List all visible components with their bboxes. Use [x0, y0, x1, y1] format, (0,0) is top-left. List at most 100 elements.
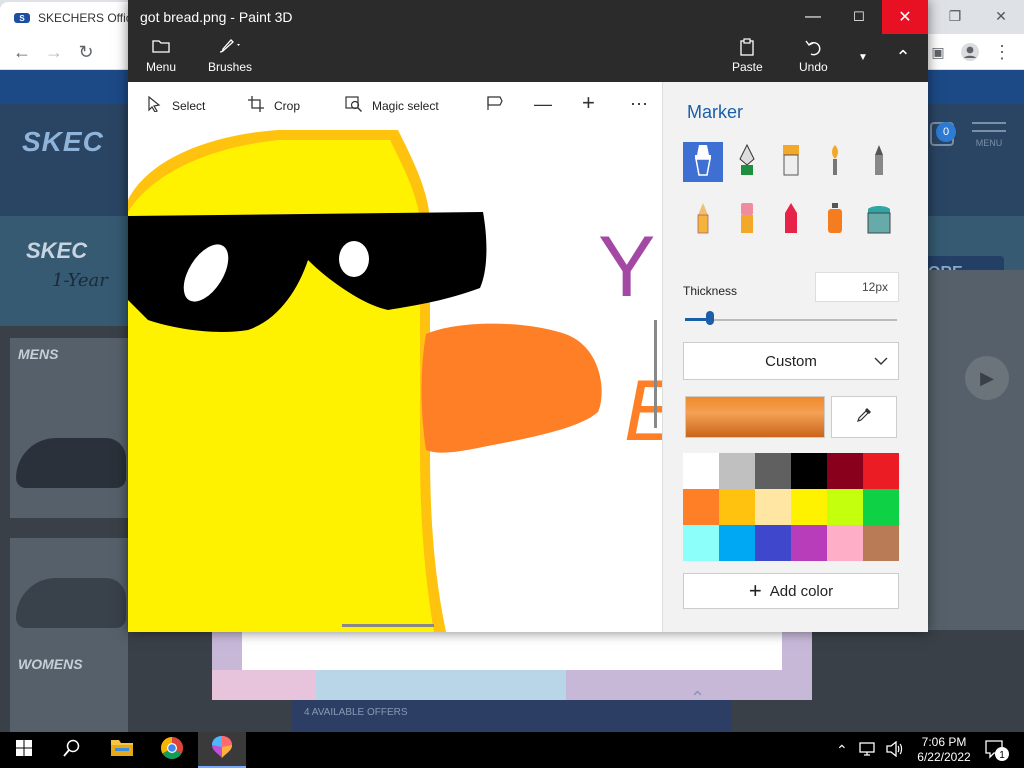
vertical-scrollbar[interactable] [654, 320, 657, 428]
brushes-button[interactable]: Brushes [208, 38, 252, 74]
thickness-input[interactable]: 12px [815, 272, 899, 302]
current-color-swatch[interactable] [685, 396, 825, 438]
thickness-slider-track[interactable] [685, 319, 897, 321]
thickness-slider-thumb[interactable] [706, 311, 715, 325]
search-button[interactable] [48, 732, 96, 768]
network-icon[interactable] [858, 741, 876, 760]
start-button[interactable] [0, 732, 48, 768]
minimize-button[interactable]: — [790, 0, 836, 34]
womens-card[interactable]: WOMENS [10, 538, 128, 732]
color-swatch[interactable] [719, 489, 755, 525]
color-swatch[interactable] [827, 453, 863, 489]
eraser-brush-button[interactable] [727, 200, 767, 240]
sticker-flag-icon[interactable] [486, 94, 504, 117]
pencil-brush-button[interactable] [683, 200, 723, 240]
color-swatch[interactable] [683, 453, 719, 489]
more-options-icon[interactable]: ⋯ [630, 94, 648, 115]
marker-icon [690, 143, 716, 182]
browser-restore-icon[interactable]: ❐ [932, 0, 978, 32]
hamburger-menu-button[interactable]: MENU [972, 122, 1006, 148]
zoom-out-icon[interactable]: — [534, 94, 552, 115]
paint3d-window: got bread.png - Paint 3D — ☐ ✕ Menu Brus… [128, 0, 928, 632]
color-swatch[interactable] [683, 489, 719, 525]
side-promo-image [928, 270, 1024, 630]
kebab-menu-icon[interactable]: ⋮ [990, 40, 1014, 64]
add-color-button[interactable]: + Add color [683, 573, 899, 609]
spray-can-brush-button[interactable] [815, 200, 855, 240]
taskbar-clock[interactable]: 7:06 PM 6/22/2022 [914, 735, 974, 765]
paint3d-taskbar-button[interactable] [198, 732, 246, 768]
clock-time: 7:06 PM [921, 735, 967, 749]
color-swatch[interactable] [755, 525, 791, 561]
reload-icon[interactable]: ↻ [74, 40, 98, 64]
browser-close-icon[interactable]: ✕ [978, 0, 1024, 32]
sidebar-icon[interactable]: ▣ [926, 40, 950, 64]
chrome-button[interactable] [148, 732, 196, 768]
thickness-label: Thickness [683, 284, 738, 298]
collapse-toolbar-icon[interactable]: ⌃ [880, 38, 926, 76]
drawing-canvas[interactable]: Y E [128, 130, 662, 632]
crayon-brush-button[interactable] [771, 200, 811, 240]
back-arrow-icon[interactable]: ← [10, 40, 34, 64]
color-swatch[interactable] [755, 453, 791, 489]
color-swatch[interactable] [791, 525, 827, 561]
color-swatch[interactable] [827, 525, 863, 561]
history-dropdown-icon[interactable]: ▼ [848, 38, 878, 76]
magic-select-tool[interactable]: Magic select [344, 96, 439, 116]
horizontal-scrollbar[interactable] [342, 624, 434, 627]
color-swatch[interactable] [863, 489, 899, 525]
volume-icon[interactable] [886, 740, 904, 760]
eraser-icon [735, 201, 759, 240]
browser-tab[interactable]: S SKECHERS Offic [0, 2, 135, 34]
shoe-image [16, 578, 126, 628]
color-swatch[interactable] [863, 453, 899, 489]
paste-label: Paste [732, 60, 763, 74]
banner-subtitle: 1-Year [52, 270, 108, 291]
fill-brush-button[interactable] [859, 200, 899, 240]
offers-bar[interactable]: 4 AVAILABLE OFFERS [292, 700, 732, 732]
oil-brush-icon [779, 143, 803, 182]
chrome-icon [160, 736, 184, 765]
pixel-pen-brush-button[interactable] [859, 142, 899, 182]
crop-tool[interactable]: Crop [246, 96, 300, 116]
color-swatch[interactable] [863, 525, 899, 561]
finish-dropdown[interactable]: Custom [683, 342, 899, 380]
zoom-in-icon[interactable]: + [582, 90, 595, 116]
color-swatch[interactable] [791, 453, 827, 489]
color-swatch[interactable] [791, 489, 827, 525]
brush-panel: Marker Thickness 12px Custom + Add color [662, 82, 928, 632]
watercolor-brush-button[interactable] [815, 142, 855, 182]
show-hidden-icons-icon[interactable]: ⌃ [836, 742, 848, 759]
brushes-label: Brushes [208, 60, 253, 74]
file-explorer-button[interactable] [98, 732, 146, 768]
menu-button[interactable]: Menu [146, 38, 176, 74]
maximize-button[interactable]: ☐ [836, 0, 882, 34]
calligraphy-pen-brush-button[interactable] [727, 142, 767, 182]
color-swatch[interactable] [755, 489, 791, 525]
color-swatch[interactable] [719, 453, 755, 489]
oil-brush-brush-button[interactable] [771, 142, 811, 182]
chevron-up-icon[interactable]: ⌃ [690, 688, 720, 708]
crayon-icon [779, 201, 803, 240]
close-button[interactable]: ✕ [882, 0, 928, 34]
skechers-logo[interactable]: SKEC [22, 126, 104, 158]
play-icon[interactable]: ▶ [965, 356, 1009, 400]
mens-card[interactable]: MENS [10, 338, 128, 518]
profile-avatar-icon[interactable] [958, 40, 982, 64]
color-swatch[interactable] [683, 525, 719, 561]
womens-label: WOMENS [18, 656, 83, 672]
marker-brush-button[interactable] [683, 142, 723, 182]
paste-button[interactable]: Paste [732, 38, 763, 74]
paint3d-icon [211, 735, 233, 764]
eyedropper-button[interactable] [831, 396, 897, 438]
window-title: got bread.png - Paint 3D [140, 9, 293, 25]
color-swatch[interactable] [827, 489, 863, 525]
select-tool[interactable]: Select [144, 95, 206, 116]
undo-button[interactable]: Undo [799, 38, 828, 74]
notification-count: 1 [999, 750, 1005, 761]
select-label: Select [172, 99, 206, 113]
action-center-button[interactable]: 1 [984, 738, 1010, 762]
duck-drawing: Y E [128, 130, 662, 632]
forward-arrow-icon[interactable]: → [42, 40, 66, 64]
color-swatch[interactable] [719, 525, 755, 561]
